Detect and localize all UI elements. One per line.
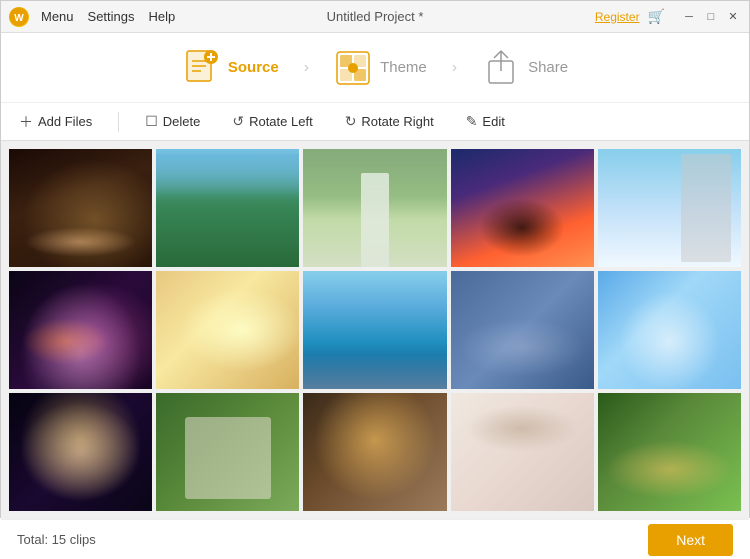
close-button[interactable]: ✕ [725, 9, 741, 25]
delete-button[interactable]: ☐ Delete [139, 109, 206, 134]
delete-icon: ☐ [145, 113, 158, 130]
arrow-1: › [304, 59, 309, 77]
rotate-left-button[interactable]: ↺ Rotate Left [226, 109, 318, 134]
register-link[interactable]: Register [595, 10, 640, 24]
source-step-icon [182, 49, 220, 87]
wizard-step-theme[interactable]: Theme [314, 49, 447, 87]
add-files-icon: ＋ [19, 112, 33, 132]
gallery-item[interactable] [451, 271, 594, 389]
gallery-item[interactable] [451, 393, 594, 511]
total-clips: Total: 15 clips [17, 532, 96, 547]
gallery-item[interactable] [303, 393, 446, 511]
edit-button[interactable]: ✎ Edit [460, 109, 511, 134]
window-controls: ─ □ ✕ [681, 9, 741, 25]
add-files-label: Add Files [38, 114, 92, 129]
maximize-button[interactable]: □ [703, 9, 719, 25]
gallery-item[interactable] [156, 149, 299, 267]
title-bar-left: W Menu Settings Help [9, 7, 175, 27]
bottom-bar: Total: 15 clips Next [1, 519, 749, 559]
window-title: Untitled Project * [327, 9, 424, 24]
rotate-left-label: Rotate Left [249, 114, 313, 129]
gallery-item[interactable] [9, 271, 152, 389]
toolbar: ＋ Add Files ☐ Delete ↺ Rotate Left ↻ Rot… [1, 103, 749, 141]
edit-icon: ✎ [466, 113, 478, 130]
gallery-item[interactable] [156, 271, 299, 389]
gallery-item[interactable] [598, 149, 741, 267]
gallery-item[interactable] [303, 149, 446, 267]
menu-menu[interactable]: Menu [41, 9, 74, 24]
share-step-icon [482, 49, 520, 87]
toolbar-divider-1 [118, 112, 119, 132]
next-button[interactable]: Next [648, 524, 733, 556]
menu-help[interactable]: Help [149, 9, 176, 24]
edit-label: Edit [482, 114, 504, 129]
add-files-button[interactable]: ＋ Add Files [13, 108, 98, 136]
main-area [1, 141, 749, 519]
delete-label: Delete [163, 114, 201, 129]
arrow-2: › [452, 59, 457, 77]
gallery-item[interactable] [598, 271, 741, 389]
wizard-bar: Source › Theme › Share [1, 33, 749, 103]
rotate-right-label: Rotate Right [361, 114, 433, 129]
gallery-item[interactable] [303, 271, 446, 389]
rotate-right-button[interactable]: ↻ Rotate Right [339, 109, 440, 134]
minimize-button[interactable]: ─ [681, 9, 697, 25]
menu-settings[interactable]: Settings [88, 9, 135, 24]
cart-icon[interactable]: 🛒 [648, 8, 665, 25]
gallery-grid [1, 141, 749, 519]
gallery-item[interactable] [598, 393, 741, 511]
gallery-item[interactable] [9, 393, 152, 511]
app-icon: W [9, 7, 29, 27]
theme-step-label: Theme [380, 59, 427, 76]
source-step-label: Source [228, 59, 279, 76]
gallery-item[interactable] [156, 393, 299, 511]
rotate-right-icon: ↻ [345, 113, 357, 130]
menu-bar: Menu Settings Help [41, 9, 175, 24]
title-bar-right: Register 🛒 ─ □ ✕ [595, 8, 741, 25]
gallery-item[interactable] [9, 149, 152, 267]
rotate-left-icon: ↺ [232, 113, 244, 130]
theme-step-icon [334, 49, 372, 87]
gallery-item[interactable] [451, 149, 594, 267]
share-step-label: Share [528, 59, 568, 76]
title-bar: W Menu Settings Help Untitled Project * … [1, 1, 749, 33]
wizard-step-source[interactable]: Source [162, 49, 299, 87]
svg-text:W: W [14, 13, 24, 24]
wizard-step-share[interactable]: Share [462, 49, 588, 87]
